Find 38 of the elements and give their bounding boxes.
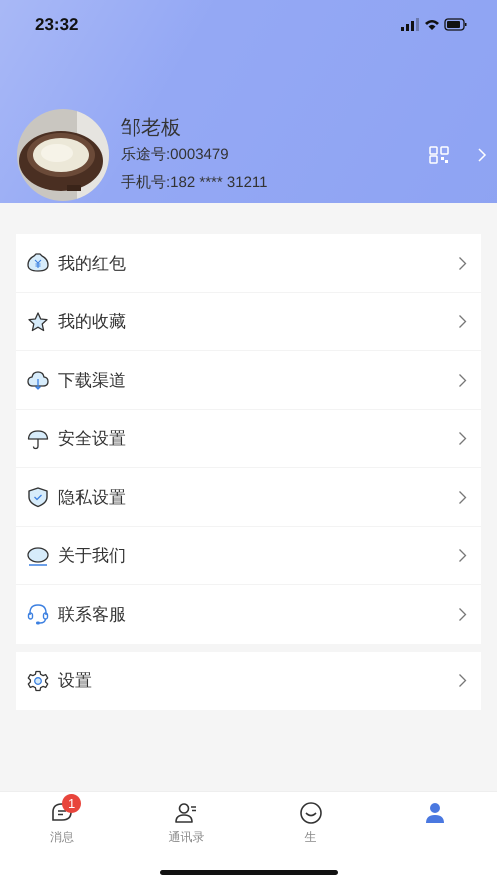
menu-item[interactable]: 关于我们 [16,526,481,585]
signal-icon [401,18,419,31]
star-icon [27,310,49,333]
menu-item[interactable]: 联系客服 [16,585,481,644]
menu-item[interactable]: 隐私设置 [16,468,481,526]
status-time: 23:32 [35,15,78,35]
headset-icon [27,603,49,626]
chevron-icon [458,431,467,446]
shield-icon [27,486,49,508]
chevron-icon [458,314,467,330]
chevron-icon [458,606,467,622]
chevron-icon [458,372,467,388]
tab[interactable]: 通讯录 [124,792,248,883]
battery-icon [444,18,466,31]
tab[interactable]: 1 消息 [0,792,124,883]
menu-item[interactable]: 我的红包 [16,234,481,292]
smiley-icon [298,801,323,825]
umbrella-icon [27,428,49,450]
contacts-icon [174,801,198,825]
settings-icon [27,670,49,692]
account-id: 乐途号:0003479 [121,145,230,165]
user-name: 邹老板 [121,114,182,141]
chevron-icon[interactable] [477,147,487,163]
cloud-icon [27,369,49,392]
menu-item[interactable]: 下载渠道 [16,351,481,410]
unread-badge: 1 [62,794,82,813]
bubble-icon [27,544,49,567]
qr-code-icon[interactable] [429,146,451,164]
chevron-icon [458,256,467,271]
wifi-icon [425,20,439,30]
phone-number: 手机号:182 **** 31211 [121,173,268,193]
menu-item[interactable]: 设置 [16,652,481,710]
chevron-icon [458,548,467,564]
menu-item[interactable]: 我的收藏 [16,292,481,351]
tab[interactable]: 生 [248,792,373,883]
chevron-icon [458,673,467,688]
menu-item[interactable]: 安全设置 [16,410,481,468]
chevron-icon [458,490,467,505]
